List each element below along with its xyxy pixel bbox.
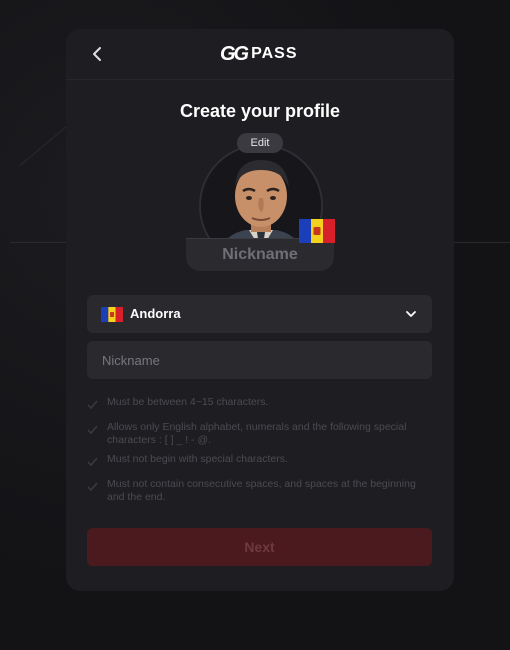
back-button[interactable] [86,43,108,65]
andorra-flag-icon [101,307,123,322]
logo-gg: GG [220,42,249,65]
country-name: Andorra [130,306,181,321]
nickname-field[interactable] [87,341,432,379]
andorra-flag-icon [299,219,335,243]
rule-item: Must be between 4~15 characters. [87,396,432,415]
ggpass-logo: GG PASS [220,43,298,65]
check-icon [87,457,98,467]
rule-item: Allows only English alphabet, numerals a… [87,421,432,447]
rule-text: Must be between 4~15 characters. [107,396,269,408]
rule-text: Must not begin with special characters. [107,453,288,465]
chevron-down-icon [406,311,416,317]
rule-text: Must not contain consecutive spaces, and… [107,478,416,503]
rule-item: Must not begin with special characters. [87,453,432,472]
check-icon [87,425,98,435]
edit-avatar-button[interactable]: Edit [237,133,283,153]
card-header: GG PASS [66,29,454,80]
rule-text: Allows only English alphabet, numerals a… [107,421,407,446]
check-icon [87,482,98,492]
logo-pass: PASS [251,45,298,62]
chevron-left-icon [93,47,101,61]
nickname-input[interactable] [87,341,432,379]
page-title: Create your profile [179,101,341,121]
avatar-section: Edit Nickname [186,133,335,274]
rule-item: Must not contain consecutive spaces, and… [87,478,432,504]
nickname-rules: Must be between 4~15 characters. Allows … [87,396,432,510]
next-button[interactable]: Next [87,528,432,566]
check-icon [87,400,98,410]
profile-card: GG PASS Create your profile Edit Nicknam… [66,29,454,591]
country-select[interactable]: Andorra [87,295,432,333]
